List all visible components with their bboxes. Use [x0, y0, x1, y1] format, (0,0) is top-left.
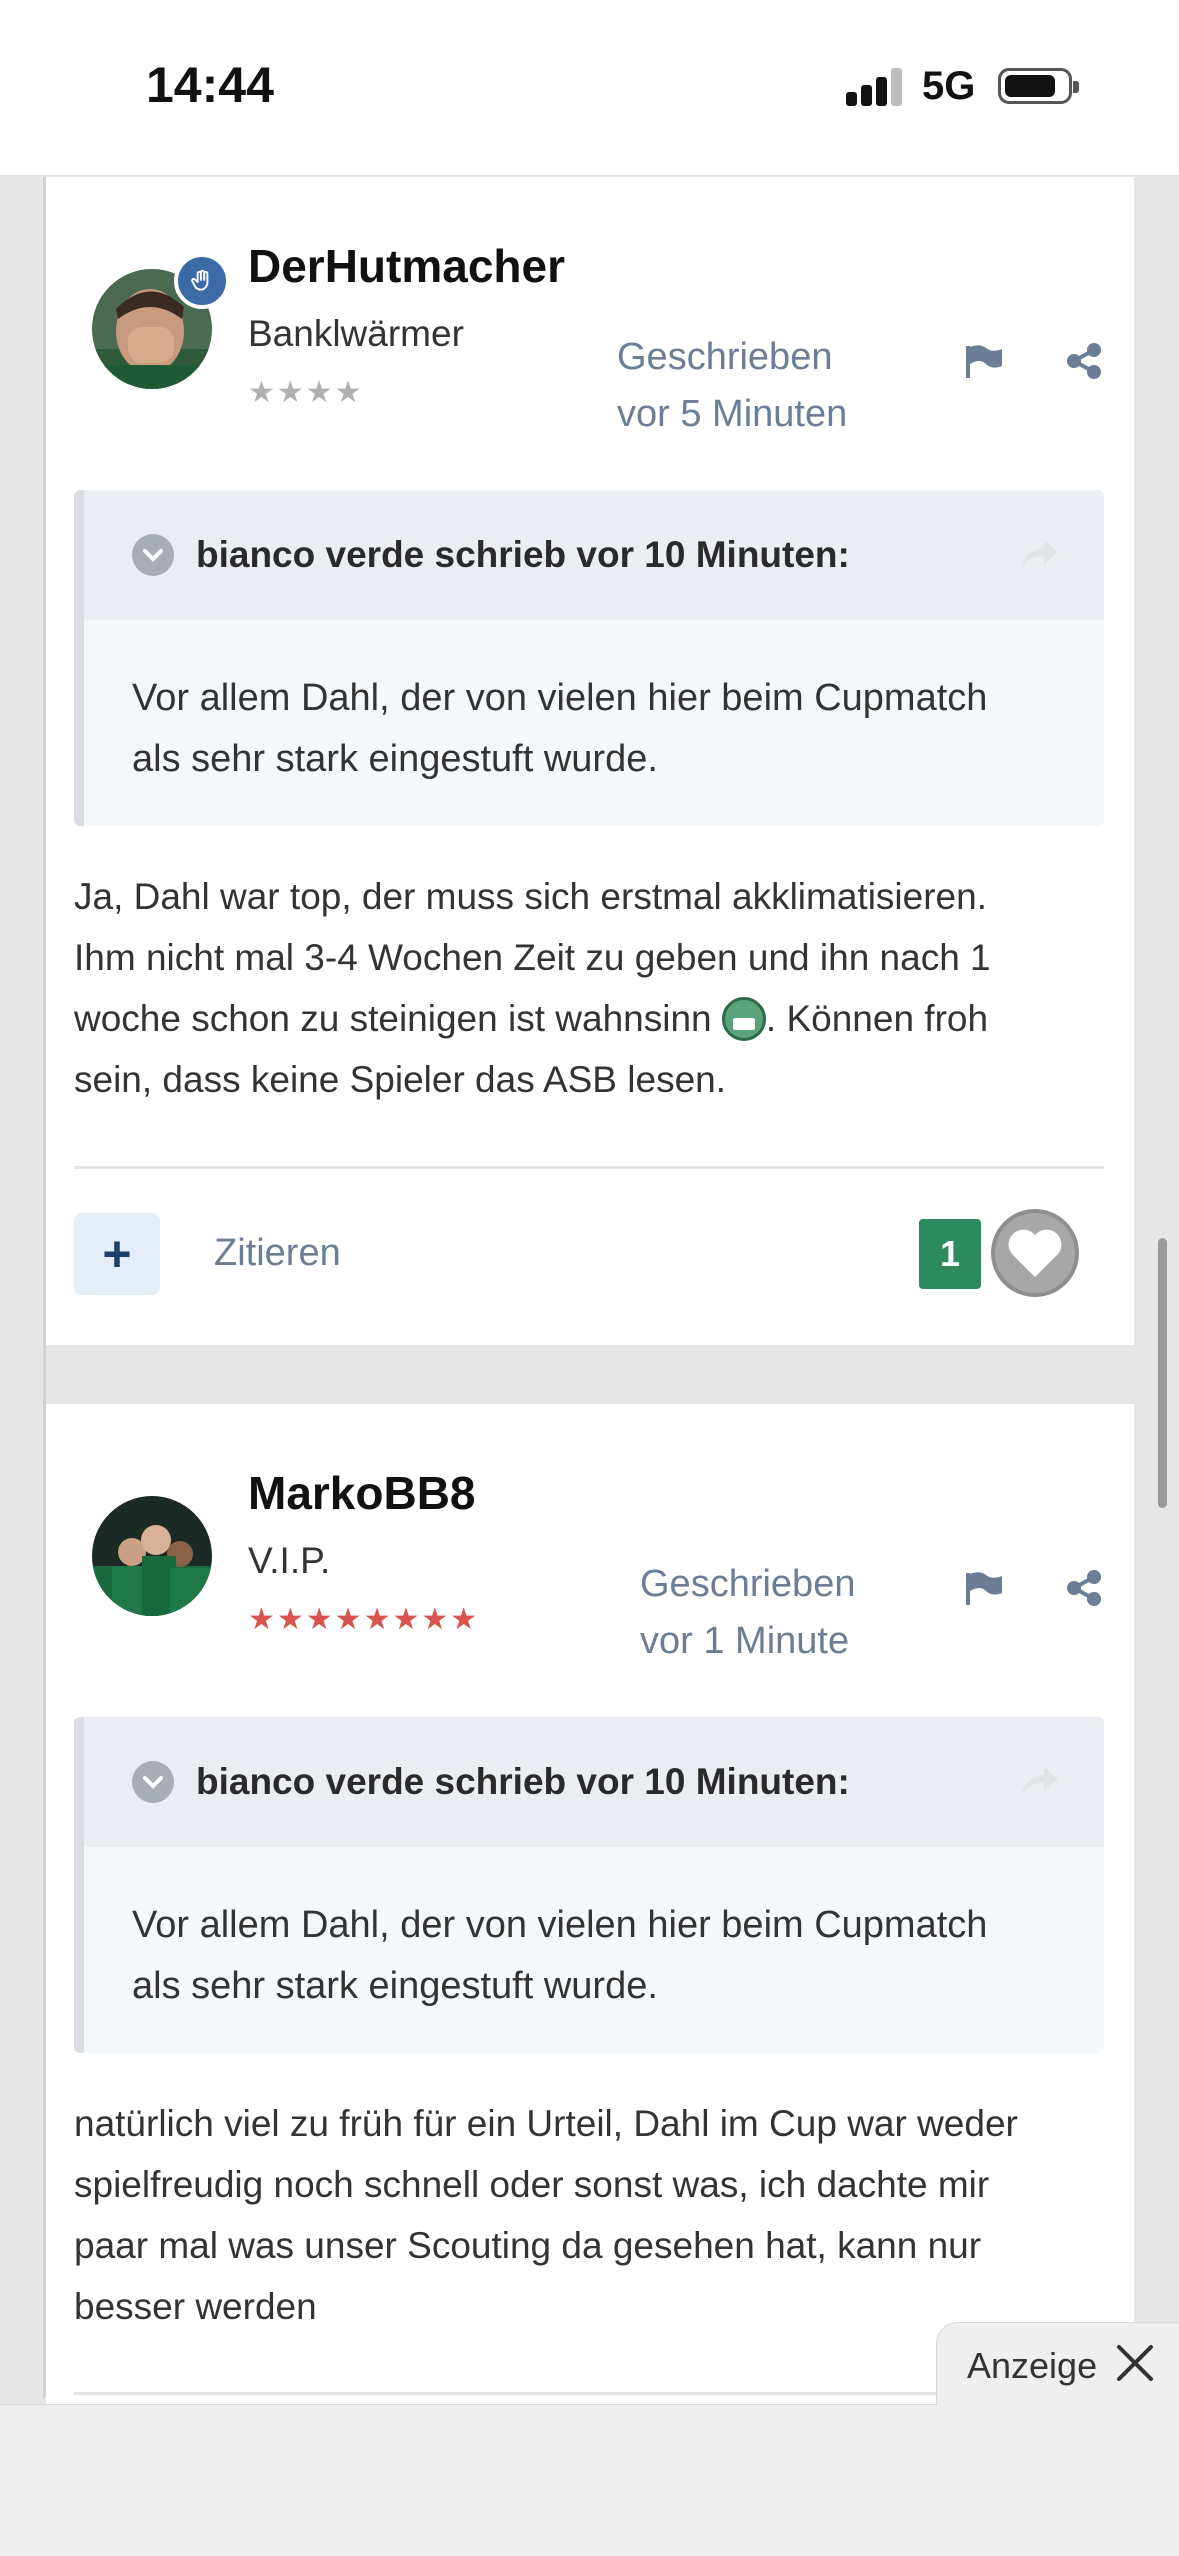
posted-label: Geschrieben: [617, 336, 833, 378]
quote-text-line: Vor allem Dahl, der von vielen hier beim…: [132, 677, 988, 719]
share-icon[interactable]: [1060, 1564, 1108, 1612]
divider: [74, 1166, 1104, 1169]
post-text-line: sein, dass keine Spieler das ASB lesen.: [74, 1059, 726, 1100]
flag-icon[interactable]: [960, 337, 1008, 385]
quote-block: bianco verde schrieb vor 10 Minuten: Vor…: [74, 490, 1104, 826]
posted-time: vor 1 Minute: [640, 1620, 850, 1662]
ad-label: Anzeige: [967, 2345, 1098, 2386]
like-button[interactable]: [991, 1209, 1079, 1297]
grin-emoji-icon: [721, 997, 766, 1041]
author-rank: V.I.P.: [248, 1540, 331, 1581]
post-text-span: . Können froh: [765, 998, 989, 1039]
ad-banner-area: [0, 2404, 1179, 2556]
post-body: natürlich viel zu früh für ein Urteil, D…: [74, 2093, 1114, 2337]
quote-author: bianco verde schrieb vor 10 Minuten:: [196, 1761, 850, 1802]
scrollbar[interactable]: [1158, 1238, 1167, 1508]
close-icon[interactable]: [1113, 2341, 1157, 2385]
ad-tab: Anzeige: [936, 2322, 1179, 2406]
quote-author: bianco verde schrieb vor 10 Minuten:: [196, 534, 850, 575]
posted-label: Geschrieben: [640, 1563, 856, 1605]
multiquote-add-button[interactable]: +: [74, 1213, 160, 1295]
rank-stars: ★★★★: [248, 376, 364, 409]
battery-icon: [998, 68, 1079, 104]
flag-icon[interactable]: [960, 1564, 1008, 1612]
quote-button[interactable]: Zitieren: [214, 1232, 341, 1275]
author-rank: Banklwärmer: [248, 313, 464, 354]
network-label: 5G: [922, 64, 976, 108]
quote-header: bianco verde schrieb vor 10 Minuten:: [84, 1717, 1104, 1847]
post-text-line: Ihm nicht mal 3-4 Wochen Zeit zu geben u…: [74, 937, 991, 978]
posted-time: vor 5 Minuten: [617, 393, 848, 435]
chevron-down-icon[interactable]: [132, 1761, 174, 1803]
quote-block: bianco verde schrieb vor 10 Minuten: Vor…: [74, 1717, 1104, 2053]
rank-stars: ★★★★★★★★: [248, 1603, 480, 1636]
post-timestamp[interactable]: Geschrieben vor 1 Minute: [640, 1556, 855, 1670]
post-text-line: natürlich viel zu früh für ein Urteil, D…: [74, 2103, 1018, 2144]
like-count-badge[interactable]: 1: [919, 1219, 981, 1289]
post-text-line: spielfreudig noch schnell oder sonst was…: [74, 2164, 990, 2205]
quote-text-line: als sehr stark eingestuft wurde.: [132, 1965, 658, 2007]
status-time: 14:44: [146, 57, 274, 113]
quote-text-line: Vor allem Dahl, der von vielen hier beim…: [132, 1904, 988, 1946]
share-icon[interactable]: [1060, 337, 1108, 385]
quote-header: bianco verde schrieb vor 10 Minuten:: [84, 490, 1104, 620]
quote-text: Vor allem Dahl, der von vielen hier beim…: [132, 668, 1064, 790]
post-card: MarkoBB8 V.I.P. ★★★★★★★★ Geschrieben vor…: [46, 1404, 1134, 2404]
hand-badge-icon: [174, 253, 230, 309]
post-timestamp[interactable]: Geschrieben vor 5 Minuten: [617, 329, 847, 443]
chevron-down-icon[interactable]: [132, 534, 174, 576]
author-name[interactable]: MarkoBB8: [248, 1466, 476, 1520]
post-text-line: paar mal was unser Scouting da gesehen h…: [74, 2225, 982, 2266]
post-text-span: woche schon zu steinigen ist wahnsinn: [74, 998, 712, 1039]
signal-icon: [846, 66, 906, 106]
avatar[interactable]: [92, 1496, 212, 1616]
page-edge: [0, 177, 46, 2397]
author-name[interactable]: DerHutmacher: [248, 239, 565, 293]
reply-arrow-icon[interactable]: [1020, 536, 1060, 572]
heart-icon: [1008, 1229, 1062, 1277]
post-text-line: woche schon zu steinigen ist wahnsinn . …: [74, 988, 1114, 1049]
post-body: Ja, Dahl war top, der muss sich erstmal …: [74, 866, 1114, 1110]
post-text-line: Ja, Dahl war top, der muss sich erstmal …: [74, 876, 987, 917]
quote-text-line: als sehr stark eingestuft wurde.: [132, 738, 658, 780]
reply-arrow-icon[interactable]: [1020, 1763, 1060, 1799]
status-bar: 14:44 5G: [0, 0, 1179, 176]
post-card: DerHutmacher Banklwärmer ★★★★ Geschriebe…: [46, 177, 1134, 1345]
quote-text: Vor allem Dahl, der von vielen hier beim…: [132, 1895, 1064, 2017]
